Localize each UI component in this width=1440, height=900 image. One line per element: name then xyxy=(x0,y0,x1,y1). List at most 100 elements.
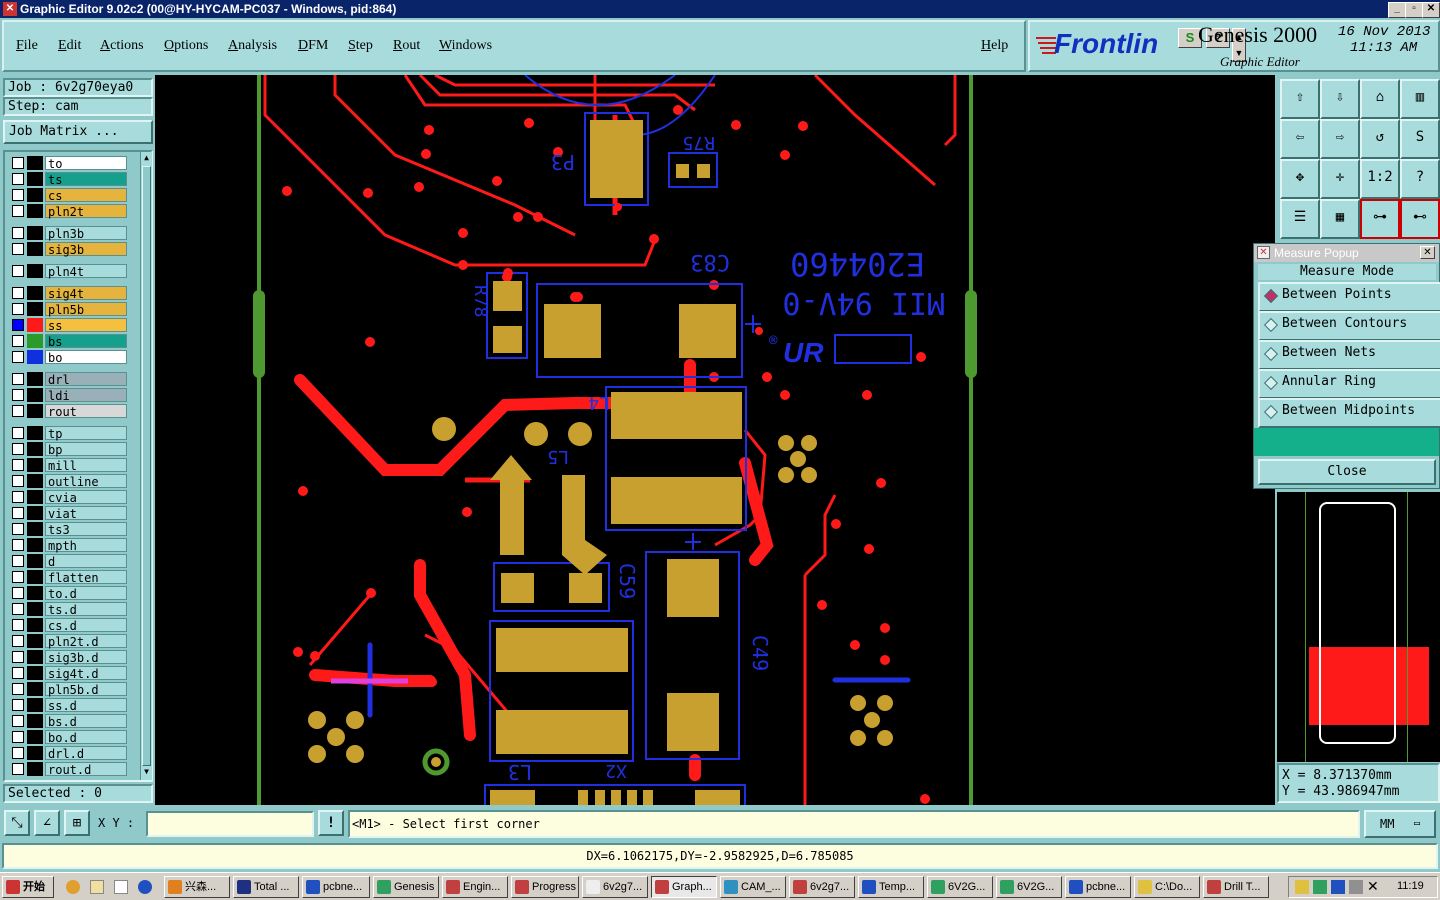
layer-name[interactable]: ss xyxy=(45,318,127,333)
layer-color-swatch[interactable] xyxy=(27,586,43,600)
scale-one-to-two-icon[interactable]: 1:2 xyxy=(1360,159,1400,199)
layer-settings-icon[interactable]: ☰ xyxy=(1280,199,1320,239)
layer-row-bp[interactable]: bp xyxy=(9,442,127,457)
layer-row-sig3b[interactable]: sig3b xyxy=(9,242,127,257)
snap-tool-icon[interactable]: ⊷ xyxy=(1400,199,1440,239)
menu-options[interactable]: Options xyxy=(164,38,208,54)
layer-color-swatch[interactable] xyxy=(27,522,43,536)
task-button[interactable]: 6V2G... xyxy=(927,876,993,898)
layer-checkbox[interactable] xyxy=(12,587,24,599)
layer-row-to[interactable]: to xyxy=(9,156,127,171)
layer-checkbox[interactable] xyxy=(12,507,24,519)
layer-checkbox[interactable] xyxy=(12,619,24,631)
layer-row-ss-d[interactable]: ss.d xyxy=(9,698,127,713)
scroll-up-icon[interactable]: ▲ xyxy=(141,152,152,164)
layer-color-swatch[interactable] xyxy=(27,538,43,552)
layer-name[interactable]: sig3b.d xyxy=(45,650,127,665)
zoom-home-icon[interactable]: ⇧ xyxy=(1280,79,1320,119)
layer-color-swatch[interactable] xyxy=(27,350,43,364)
task-button[interactable]: C:\Do... xyxy=(1134,876,1200,898)
layer-row-ldi[interactable]: ldi xyxy=(9,388,127,403)
task-button[interactable]: 6V2G... xyxy=(996,876,1062,898)
task-button[interactable]: 兴森... xyxy=(164,876,230,898)
layer-name[interactable]: pln5b.d xyxy=(45,682,127,697)
grid-icon[interactable]: ▦ xyxy=(1320,199,1360,239)
layer-checkbox[interactable] xyxy=(12,715,24,727)
layer-name[interactable]: bs xyxy=(45,334,127,349)
browser-icon[interactable] xyxy=(138,880,152,894)
zoom-extents-icon[interactable]: ✥ xyxy=(1280,159,1320,199)
layer-list-scrollbar[interactable]: ▲ ▼ xyxy=(140,152,152,780)
layer-row-mill[interactable]: mill xyxy=(9,458,127,473)
layer-row-cvia[interactable]: cvia xyxy=(9,490,127,505)
layer-row-outline[interactable]: outline xyxy=(9,474,127,489)
layer-checkbox[interactable] xyxy=(12,443,24,455)
layer-color-swatch[interactable] xyxy=(27,372,43,386)
menu-help[interactable]: Help xyxy=(981,38,1008,54)
task-button[interactable]: CAM_... xyxy=(720,876,786,898)
layer-row-bo[interactable]: bo xyxy=(9,350,127,365)
layer-row-bs-d[interactable]: bs.d xyxy=(9,714,127,729)
layer-color-swatch[interactable] xyxy=(27,618,43,632)
layer-row-cs-d[interactable]: cs.d xyxy=(9,618,127,633)
alert-icon[interactable]: ! xyxy=(318,810,344,836)
layer-color-swatch[interactable] xyxy=(27,474,43,488)
layer-row-pln2t-d[interactable]: pln2t.d xyxy=(9,634,127,649)
task-button[interactable]: Total ... xyxy=(233,876,299,898)
layer-checkbox[interactable] xyxy=(12,667,24,679)
xy-input[interactable] xyxy=(146,811,314,837)
menu-dfm[interactable]: DFM xyxy=(298,38,328,54)
query-icon[interactable]: ? xyxy=(1400,159,1440,199)
task-button[interactable]: 6v2g7... xyxy=(582,876,648,898)
layer-checkbox[interactable] xyxy=(12,335,24,347)
layer-name[interactable]: drl.d xyxy=(45,746,127,761)
layer-checkbox[interactable] xyxy=(12,683,24,695)
layer-name[interactable]: ts.d xyxy=(45,602,127,617)
task-button[interactable]: pcbne... xyxy=(302,876,370,898)
layer-row-rout[interactable]: rout xyxy=(9,404,127,419)
tray-icon[interactable] xyxy=(1295,880,1309,894)
layer-row-to-d[interactable]: to.d xyxy=(9,586,127,601)
tray-x-icon[interactable]: ✕ xyxy=(1367,878,1379,895)
layer-name[interactable]: pln3b xyxy=(45,226,127,241)
layer-checkbox[interactable] xyxy=(12,747,24,759)
layer-row-tp[interactable]: tp xyxy=(9,426,127,441)
minimize-button[interactable]: _ xyxy=(1388,2,1406,18)
layer-name[interactable]: pln2t.d xyxy=(45,634,127,649)
layer-name[interactable]: mpth xyxy=(45,538,127,553)
scroll-thumb[interactable] xyxy=(142,166,151,766)
layer-checkbox[interactable] xyxy=(12,763,24,775)
units-select[interactable]: MM ▭ xyxy=(1364,810,1436,838)
angle-tool-icon[interactable]: ∠ xyxy=(34,810,60,836)
layer-checkbox[interactable] xyxy=(12,555,24,567)
mode-between-points[interactable]: Between Points xyxy=(1258,282,1440,312)
line-tool-icon[interactable]: ⤡ xyxy=(4,810,30,836)
layer-color-swatch[interactable] xyxy=(27,762,43,776)
layer-row-pln5b-d[interactable]: pln5b.d xyxy=(9,682,127,697)
layer-color-swatch[interactable] xyxy=(27,334,43,348)
rotate-icon[interactable]: ↺ xyxy=(1360,119,1400,159)
layer-color-swatch[interactable] xyxy=(27,156,43,170)
layer-name[interactable]: outline xyxy=(45,474,127,489)
layer-color-swatch[interactable] xyxy=(27,302,43,316)
layer-checkbox[interactable] xyxy=(12,227,24,239)
layer-color-swatch[interactable] xyxy=(27,458,43,472)
layer-color-swatch[interactable] xyxy=(27,650,43,664)
layer-row-pln4t[interactable]: pln4t xyxy=(9,264,127,279)
start-button[interactable]: 开始 xyxy=(2,876,54,898)
task-button[interactable]: Genesis xyxy=(373,876,439,898)
notepad-icon[interactable] xyxy=(90,880,104,894)
job-matrix-button[interactable]: Job Matrix ... xyxy=(3,120,153,144)
layer-name[interactable]: ss.d xyxy=(45,698,127,713)
clock-app-icon[interactable] xyxy=(66,880,80,894)
layer-checkbox[interactable] xyxy=(12,603,24,615)
grid-snap-icon[interactable]: ⊞ xyxy=(64,810,90,836)
layer-checkbox[interactable] xyxy=(12,491,24,503)
layer-checkbox[interactable] xyxy=(12,571,24,583)
snake-icon[interactable]: S xyxy=(1400,119,1440,159)
layer-name[interactable]: drl xyxy=(45,372,127,387)
layer-row-viat[interactable]: viat xyxy=(9,506,127,521)
layer-color-swatch[interactable] xyxy=(27,714,43,728)
layer-checkbox[interactable] xyxy=(12,539,24,551)
layer-checkbox[interactable] xyxy=(12,205,24,217)
